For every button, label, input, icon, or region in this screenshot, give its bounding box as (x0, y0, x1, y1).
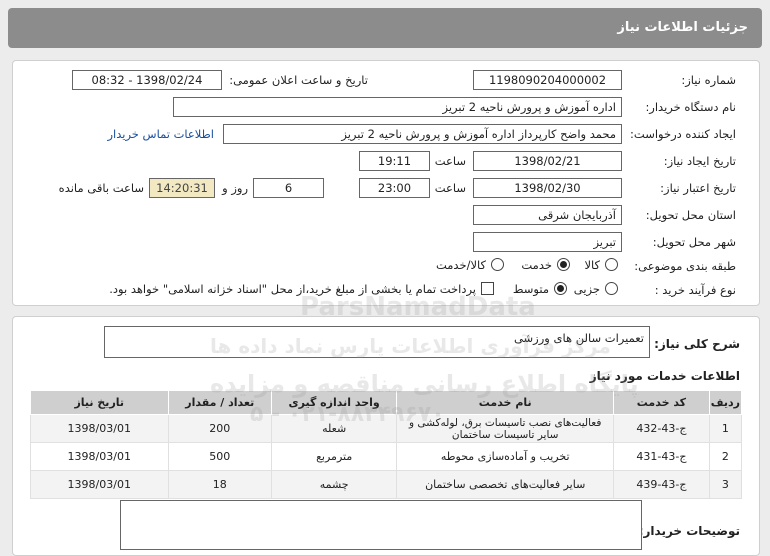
created-date-field[interactable]: 1398/02/21 (473, 151, 622, 171)
category-radio-goods[interactable] (605, 258, 618, 271)
col-header-date: تاریخ نیاز (30, 390, 169, 415)
valid-date-field[interactable]: 1398/02/30 (473, 178, 622, 198)
buyer-notes-field[interactable] (120, 500, 642, 550)
valid-time-label: ساعت (434, 181, 466, 195)
process-radio-medium[interactable] (554, 282, 567, 295)
cell-code: ج-43-432 (613, 414, 710, 443)
category-label: طبقه بندی موضوعی: (634, 259, 736, 273)
buyer-org-field[interactable]: اداره آموزش و پرورش ناحیه 2 تبریز (173, 97, 622, 117)
province-label: استان محل تحویل: (645, 208, 736, 222)
cell-date: 1398/03/01 (30, 470, 169, 499)
cell-name: فعالیت‌های نصب تاسیسات برق، لوله‌کشی و س… (396, 414, 615, 443)
cell-index: 2 (708, 442, 743, 471)
page-header: جزئیات اطلاعات نیاز (8, 8, 762, 48)
province-field[interactable]: آذربایجان شرقی (473, 205, 622, 225)
col-header-qty: تعداد / مقدار (167, 390, 272, 415)
table-row[interactable]: 1 ج-43-432 فعالیت‌های نصب تاسیسات برق، ل… (30, 414, 743, 443)
created-time-field[interactable]: 19:11 (359, 151, 430, 171)
creator-field[interactable]: محمد واضح کارپرداز اداره آموزش و پرورش ن… (223, 124, 622, 144)
category-radio-service[interactable] (557, 258, 570, 271)
cell-date: 1398/03/01 (30, 414, 169, 443)
buyer-org-label: نام دستگاه خریدار: (645, 100, 736, 114)
summary-label: شرح کلی نیاز: (654, 337, 740, 351)
col-header-index: ردیف (708, 390, 743, 415)
cell-unit: چشمه (270, 470, 398, 499)
treasury-payment-note: پرداخت تمام یا بخشی از مبلغ خرید،از محل … (109, 282, 476, 296)
treasury-payment-checkbox[interactable] (481, 282, 494, 295)
process-option-minor: جزیی (573, 282, 600, 296)
creator-label: ایجاد کننده درخواست: (630, 127, 736, 141)
cell-name: تخریب و آماده‌سازی محوطه (396, 442, 615, 471)
created-date-label: تاریخ ایجاد نیاز: (663, 154, 736, 168)
services-table: ردیف کد خدمت نام خدمت واحد اندازه گیری ت… (30, 390, 743, 499)
category-radio-goods-service[interactable] (491, 258, 504, 271)
cell-qty: 200 (167, 414, 272, 443)
cell-index: 1 (708, 414, 743, 443)
need-number-label: شماره نیاز: (681, 73, 736, 87)
table-row[interactable]: 3 ج-43-439 سایر فعالیت‌های تخصصی ساختمان… (30, 470, 743, 499)
services-title: اطلاعات خدمات مورد نیاز (589, 369, 740, 383)
created-time-label: ساعت (434, 154, 466, 168)
cell-unit: مترمربع (270, 442, 398, 471)
col-header-code: کد خدمت (613, 390, 710, 415)
category-option-goods: کالا (584, 258, 600, 272)
page-title: جزئیات اطلاعات نیاز (617, 20, 748, 35)
process-label: نوع فرآیند خرید : (654, 283, 736, 297)
summary-field[interactable]: تعمیرات سالن های ورزشی (104, 326, 650, 358)
need-number-field[interactable]: 1198090204000002 (473, 70, 622, 90)
cell-name: سایر فعالیت‌های تخصصی ساختمان (396, 470, 615, 499)
cell-code: ج-43-431 (613, 442, 710, 471)
buyer-contact-link[interactable]: اطلاعات تماس خریدار (107, 127, 214, 141)
cell-date: 1398/03/01 (30, 442, 169, 471)
buyer-notes-label: توضیحات خریدار: (638, 524, 740, 538)
announce-datetime-label: تاریخ و ساعت اعلان عمومی: (229, 73, 368, 87)
process-option-medium: متوسط (512, 282, 549, 296)
table-row[interactable]: 2 ج-43-431 تخریب و آماده‌سازی محوطه مترم… (30, 442, 743, 471)
cell-code: ج-43-439 (613, 470, 710, 499)
announce-datetime-field[interactable]: 1398/02/24 - 08:32 (72, 70, 222, 90)
cell-qty: 500 (167, 442, 272, 471)
remaining-days-field[interactable]: 6 (253, 178, 324, 198)
cell-index: 3 (708, 470, 743, 499)
process-radio-minor[interactable] (605, 282, 618, 295)
col-header-unit: واحد اندازه گیری (270, 390, 398, 415)
remaining-days-label: روز و (222, 181, 248, 195)
category-option-service: خدمت (521, 258, 552, 272)
city-label: شهر محل تحویل: (652, 235, 736, 249)
remaining-time-label: ساعت باقی مانده (58, 181, 144, 195)
valid-time-field[interactable]: 23:00 (359, 178, 430, 198)
col-header-name: نام خدمت (396, 390, 615, 415)
city-field[interactable]: تبریز (473, 232, 622, 252)
services-header-row: ردیف کد خدمت نام خدمت واحد اندازه گیری ت… (30, 390, 743, 415)
remaining-time-field: 14:20:31 (149, 178, 215, 198)
valid-date-label: تاریخ اعتبار نیاز: (660, 181, 736, 195)
category-option-goods-service: کالا/خدمت (435, 258, 486, 272)
cell-qty: 18 (167, 470, 272, 499)
cell-unit: شعله (270, 414, 398, 443)
